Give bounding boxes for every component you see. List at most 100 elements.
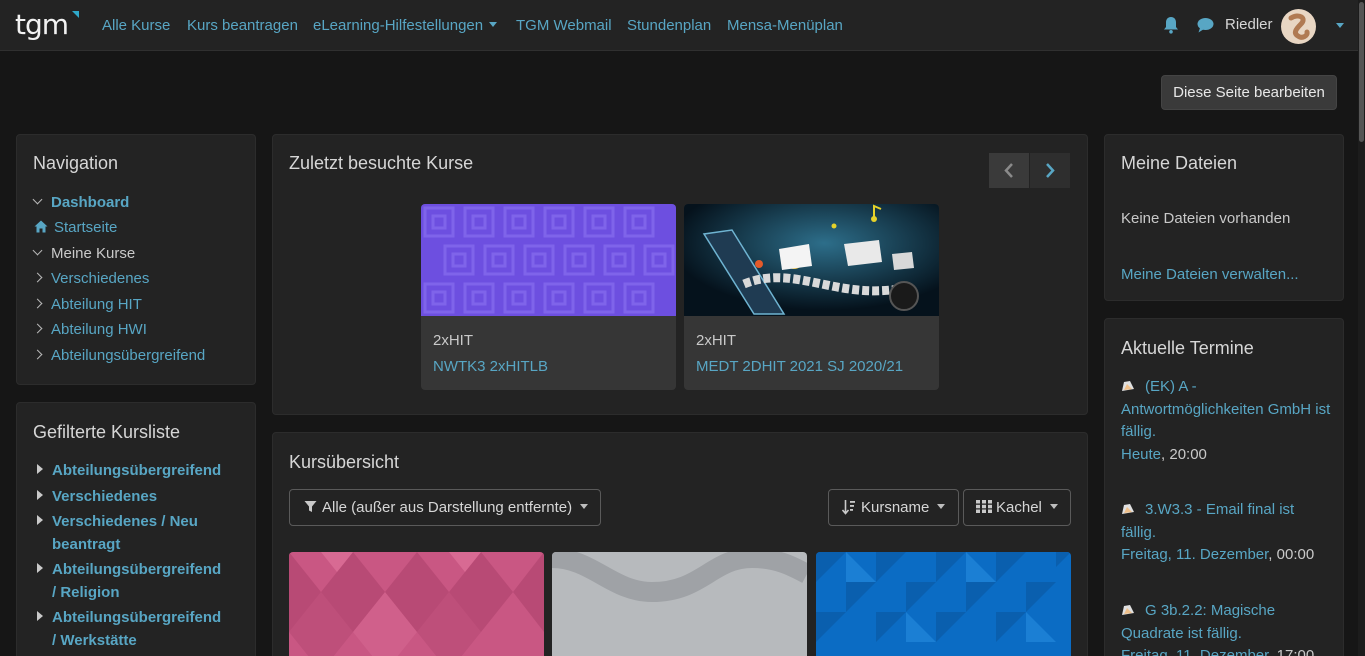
- filtered-item-label: Verschiedenes: [52, 488, 158, 505]
- event-date-link[interactable]: Freitag, 11. Dezember: [1121, 647, 1268, 656]
- course-name-link[interactable]: MEDT 2DHIT 2021 SJ 2020/21: [696, 358, 903, 375]
- event-title-link[interactable]: (EK) A - Antwortmöglichkeiten GmbH ist f…: [1121, 378, 1330, 440]
- chevron-down-icon: [32, 245, 43, 256]
- grouping-filter-dropdown[interactable]: Alle (außer aus Darstellung entfernte): [289, 489, 601, 526]
- chat-icon[interactable]: [1197, 17, 1214, 33]
- nav-item-label: Startseite: [54, 219, 118, 236]
- assignment-icon: [1122, 381, 1134, 391]
- navigation-title: Navigation: [33, 153, 119, 173]
- carousel-next-button[interactable]: [1030, 153, 1070, 188]
- user-name[interactable]: Riedler: [1225, 16, 1273, 33]
- filtered-course-list-title: Gefilterte Kursliste: [33, 422, 181, 442]
- top-navbar: tgm Alle Kurse Kurs beantragen eLearning…: [0, 0, 1358, 51]
- no-files-text: Keine Dateien vorhanden: [1121, 210, 1291, 227]
- recent-courses-block: Zuletzt besuchte Kurse 2xHIT NWTK3 2xHIT…: [272, 134, 1088, 415]
- course-category: 2xHIT: [696, 332, 737, 349]
- event-time: , 20:00: [1161, 445, 1207, 463]
- caret-right-icon: [37, 490, 43, 500]
- upcoming-events-title: Aktuelle Termine: [1121, 338, 1254, 358]
- filtered-item-abteilungsuebergreifend[interactable]: Abteilungsübergreifend: [37, 459, 237, 482]
- grid-icon: [976, 500, 992, 513]
- recent-course-card[interactable]: 2xHIT MEDT 2DHIT 2021 SJ 2020/21: [684, 204, 939, 390]
- sort-dropdown[interactable]: Kursname: [828, 489, 959, 526]
- edit-page-button[interactable]: Diese Seite bearbeiten: [1161, 75, 1337, 110]
- course-tile-image[interactable]: [289, 552, 544, 656]
- carousel-prev-button[interactable]: [989, 153, 1029, 188]
- upcoming-events-block: Aktuelle Termine (EK) A - Antwortmöglich…: [1104, 318, 1344, 656]
- event-title-link[interactable]: G 3b.2.2: Magische Quadrate ist fällig.: [1121, 602, 1275, 642]
- manage-files-link[interactable]: Meine Dateien verwalten...: [1121, 266, 1299, 283]
- nav-item-startseite[interactable]: Startseite: [34, 219, 117, 237]
- recent-courses-title: Zuletzt besuchte Kurse: [289, 153, 474, 173]
- chevron-down-icon: [937, 504, 946, 509]
- nav-elearning-label: eLearning-Hilfestellungen: [313, 17, 484, 34]
- event-item: (EK) A - Antwortmöglichkeiten GmbH ist f…: [1121, 376, 1331, 466]
- navigation-block: Navigation Dashboard Startseite Meine Ku…: [16, 134, 256, 385]
- event-date-link[interactable]: Freitag, 11. Dezember: [1121, 546, 1268, 563]
- nav-item-meine-kurse[interactable]: Meine Kurse: [32, 245, 136, 263]
- nav-item-verschiedenes[interactable]: Verschiedenes: [32, 270, 150, 288]
- scroll-thumb[interactable]: [1359, 2, 1364, 142]
- bell-icon[interactable]: [1163, 16, 1179, 34]
- filter-label: Alle (außer aus Darstellung entfernte): [322, 499, 573, 516]
- sort-icon: [841, 500, 855, 515]
- home-icon: [34, 220, 48, 233]
- course-overview-block: Kursübersicht Alle (außer aus Darstellun…: [272, 432, 1088, 656]
- my-files-title: Meine Dateien: [1121, 153, 1238, 173]
- event-date: Freitag, 11. Dezember, 00:00: [1121, 544, 1331, 567]
- chevron-right-icon: [1046, 163, 1055, 178]
- nav-item-label: Verschiedenes: [51, 270, 150, 287]
- view-dropdown[interactable]: Kachel: [963, 489, 1071, 526]
- event-date: Freitag, 11. Dezember, 17:00: [1121, 645, 1331, 656]
- nav-item-abteilungsuebergreifend[interactable]: Abteilungsübergreifend: [32, 347, 206, 365]
- event-date: Heute, 20:00: [1121, 444, 1331, 467]
- course-tile-image[interactable]: [552, 552, 807, 656]
- chevron-down-icon: [580, 504, 589, 509]
- nav-item-abteilung-hwi[interactable]: Abteilung HWI: [32, 321, 147, 339]
- event-date-link[interactable]: Heute: [1121, 446, 1161, 463]
- chevron-left-icon: [1004, 163, 1013, 178]
- nav-item-label: Abteilung HWI: [51, 321, 147, 338]
- filtered-item-verschiedenes[interactable]: Verschiedenes: [37, 485, 237, 508]
- filtered-item-werkstaette[interactable]: Abteilungsübergreifend / Werkstätte: [37, 606, 237, 652]
- avatar[interactable]: [1281, 9, 1316, 44]
- view-label: Kachel: [996, 499, 1042, 516]
- nav-item-label: Meine Kurse: [51, 245, 136, 262]
- event-time: , 17:00: [1268, 647, 1315, 656]
- nav-webmail[interactable]: TGM Webmail: [516, 17, 612, 35]
- assignment-icon: [1122, 504, 1134, 514]
- user-menu-chevron-icon[interactable]: [1336, 23, 1344, 28]
- course-category: 2xHIT: [433, 332, 474, 349]
- nav-item-label: Abteilungsübergreifend: [51, 347, 206, 364]
- course-image: [684, 204, 939, 316]
- nav-kurs-beantragen[interactable]: Kurs beantragen: [187, 17, 298, 35]
- event-title-link[interactable]: 3.W3.3 - Email final ist fällig.: [1121, 501, 1294, 541]
- event-item: 3.W3.3 - Email final ist fällig. Freitag…: [1121, 499, 1331, 567]
- caret-right-icon: [37, 464, 43, 474]
- logo-accent: [72, 11, 79, 18]
- recent-course-card[interactable]: 2xHIT NWTK3 2xHITLB: [421, 204, 676, 390]
- site-logo[interactable]: tgm: [15, 8, 69, 42]
- course-name-link[interactable]: NWTK3 2xHITLB: [433, 358, 548, 375]
- filtered-item-label: Verschiedenes / Neu beantragt: [52, 513, 198, 553]
- filtered-item-religion[interactable]: Abteilungsübergreifend / Religion: [37, 558, 237, 604]
- filtered-item-label: Abteilungsübergreifend / Werkstätte: [52, 609, 222, 649]
- nav-item-label: Dashboard: [51, 194, 130, 211]
- course-tile-image[interactable]: [816, 552, 1071, 656]
- page-scrollbar[interactable]: [1358, 0, 1365, 656]
- chevron-down-icon: [32, 194, 43, 205]
- caret-right-icon: [37, 563, 43, 573]
- course-image: [421, 204, 676, 316]
- filtered-item-label: Abteilungsübergreifend: [52, 462, 222, 479]
- nav-alle-kurse[interactable]: Alle Kurse: [102, 17, 170, 35]
- chevron-down-icon: [1049, 504, 1058, 509]
- nav-mensa[interactable]: Mensa-Menüplan: [727, 17, 843, 35]
- filtered-item-verschiedenes-neu[interactable]: Verschiedenes / Neu beantragt: [37, 510, 237, 556]
- sort-label: Kursname: [861, 499, 930, 516]
- chevron-right-icon: [32, 298, 43, 309]
- course-overview-title: Kursübersicht: [289, 452, 400, 472]
- nav-elearning-dropdown[interactable]: eLearning-Hilfestellungen: [313, 17, 498, 35]
- nav-stundenplan[interactable]: Stundenplan: [627, 17, 711, 35]
- nav-item-dashboard[interactable]: Dashboard: [32, 194, 130, 212]
- nav-item-abteilung-hit[interactable]: Abteilung HIT: [32, 296, 142, 314]
